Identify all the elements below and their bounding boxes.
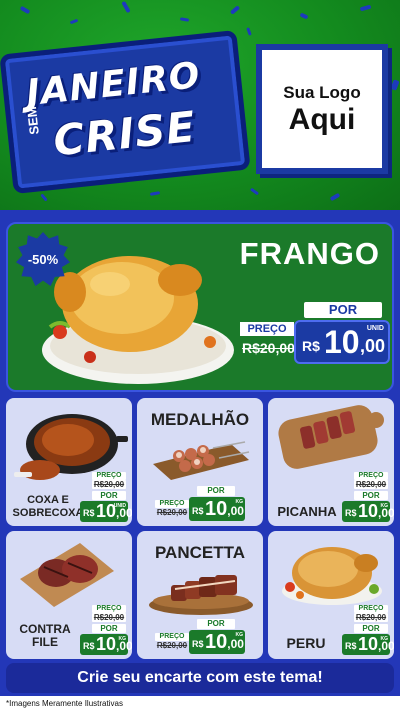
product-card-picanha[interactable]: PICANHA PREÇO R$20,00 POR R$ 10,00 KG: [268, 398, 394, 526]
old-price-label: PREÇO: [92, 605, 126, 613]
price-currency: R$: [192, 506, 204, 516]
price-integer: 10: [205, 498, 228, 520]
price-currency: R$: [83, 508, 95, 518]
old-price-label: PREÇO: [354, 472, 388, 480]
confetti-piece: [179, 17, 190, 22]
old-price: R$20,00: [92, 480, 126, 489]
old-price-label: PREÇO: [155, 633, 189, 641]
price-unit: UNID: [366, 325, 384, 332]
header-banner: JANEIRO SEM CRISE Sua Logo Aqui: [0, 0, 400, 210]
logo-line2: Aqui: [288, 102, 356, 136]
product-name-line2: FILE: [32, 635, 58, 649]
price-value: 10,00: [358, 634, 394, 655]
confetti-piece: [329, 192, 341, 202]
old-price: R$20,00: [156, 641, 188, 650]
product-card-peru[interactable]: PERU PREÇO R$20,00 POR R$ 10,00 KG: [268, 531, 394, 659]
old-price: R$20,00: [242, 340, 295, 356]
price-currency: R$: [83, 641, 95, 651]
product-card-medalhao[interactable]: MEDALHÃO PREÇO R$20,00 POR R$ 10,00 KG: [137, 398, 263, 526]
pancetta-board-image: [149, 575, 253, 615]
por-label: POR: [92, 624, 126, 633]
confetti-piece: [149, 191, 161, 196]
featured-product-card[interactable]: -50% FRANGO PREÇO R$20,00 POR R$ 10 ,00 …: [6, 222, 394, 392]
product-card-contrafile[interactable]: CONTRA FILE PREÇO R$20,00 POR R$ 10,00 K…: [6, 531, 132, 659]
product-name: PERU: [286, 635, 326, 651]
price-cents: ,00: [360, 336, 386, 356]
por-label: POR: [197, 486, 235, 496]
por-label: POR: [354, 624, 388, 633]
old-price-label: PREÇO: [155, 500, 189, 508]
product-name: COXA E SOBRECOXA: [8, 494, 88, 520]
confetti-piece: [299, 12, 309, 20]
product-name: PICANHA: [277, 504, 337, 519]
old-price: R$20,00: [354, 613, 388, 622]
footer-disclaimer: *Imagens Meramente Ilustrativas: [0, 696, 400, 711]
old-price: R$20,00: [156, 508, 188, 517]
confetti-piece: [19, 5, 31, 15]
old-price: R$20,00: [354, 480, 388, 489]
confetti-piece: [121, 0, 131, 14]
confetti-piece: [246, 27, 252, 36]
price-integer: 10: [324, 324, 360, 360]
price-unit: UNID: [113, 503, 126, 509]
product-price-tag: R$ 10,00 KG: [342, 634, 394, 655]
old-price-label: PREÇO: [92, 472, 126, 480]
price-currency: R$: [345, 641, 357, 651]
product-price-tag: R$ 10,00 KG: [80, 634, 132, 655]
price-currency: R$: [302, 338, 320, 354]
por-label: POR: [354, 491, 388, 500]
confetti-piece: [40, 193, 48, 202]
campaign-badge: JANEIRO SEM CRISE: [0, 29, 251, 195]
product-name-line2: SOBRECOXA: [12, 507, 84, 519]
price-value: 10,00: [96, 634, 132, 655]
confetti-piece: [69, 18, 79, 25]
price-value: 10,00: [358, 501, 394, 522]
logo-line1: Sua Logo: [283, 82, 361, 102]
price-integer: 10: [358, 634, 379, 654]
price-currency: R$: [345, 508, 357, 518]
price-unit: KG: [118, 636, 127, 642]
product-price-tag: R$ 10,00 KG: [342, 501, 394, 522]
product-name-line1: COXA E: [27, 494, 69, 506]
product-name: PANCETTA: [154, 543, 246, 562]
price-unit: KG: [235, 632, 244, 638]
create-flyer-cta[interactable]: Crie seu encarte com este tema!: [6, 663, 394, 693]
product-name: CONTRA FILE: [10, 623, 80, 649]
price-cents: ,00: [227, 504, 244, 518]
medallion-skewers-image: [153, 441, 250, 480]
product-price-tag: R$ 10,00 UNID: [80, 501, 132, 522]
price-integer: 10: [205, 631, 228, 653]
confetti-piece: [390, 79, 400, 91]
product-name: MEDALHÃO: [150, 410, 250, 429]
badge-title-line2: CRISE: [51, 101, 199, 166]
price-integer: 10: [358, 501, 379, 521]
product-price-tag: R$ 10,00 KG: [189, 497, 245, 521]
price-unit: KG: [235, 499, 244, 505]
price-unit: KG: [380, 503, 389, 509]
logo-placeholder[interactable]: Sua Logo Aqui: [256, 44, 388, 174]
flyer-page: JANEIRO SEM CRISE Sua Logo Aqui -50% FRA…: [0, 0, 400, 711]
old-price-label: PREÇO: [354, 605, 388, 613]
price-unit: KG: [380, 636, 389, 642]
product-price-tag: R$ 10,00 KG: [189, 630, 245, 654]
roast-turkey-image: [282, 547, 382, 605]
contra-file-board-image: [20, 543, 114, 607]
confetti-piece: [229, 5, 241, 15]
picanha-board-image: [278, 405, 384, 469]
price-currency: R$: [192, 639, 204, 649]
old-price-label: PREÇO: [240, 322, 294, 336]
por-label: POR: [92, 491, 126, 500]
badge-sem-label: SEM: [23, 105, 42, 136]
product-card-coxa[interactable]: COXA E SOBRECOXA PREÇO R$20,00 POR R$ 10…: [6, 398, 132, 526]
por-label: POR: [304, 302, 382, 318]
por-label: POR: [197, 619, 235, 629]
featured-product-name: FRANGO: [239, 236, 380, 271]
old-price: R$20,00: [92, 613, 126, 622]
confetti-piece: [359, 4, 372, 12]
confetti-piece: [249, 187, 260, 196]
featured-price-tag: R$ 10 ,00 UNID: [294, 320, 390, 364]
price-cents: ,00: [227, 637, 244, 651]
product-card-pancetta[interactable]: PANCETTA PREÇO R$20,00 POR R$ 10,00 KG: [137, 531, 263, 659]
price-integer: 10: [96, 634, 117, 654]
